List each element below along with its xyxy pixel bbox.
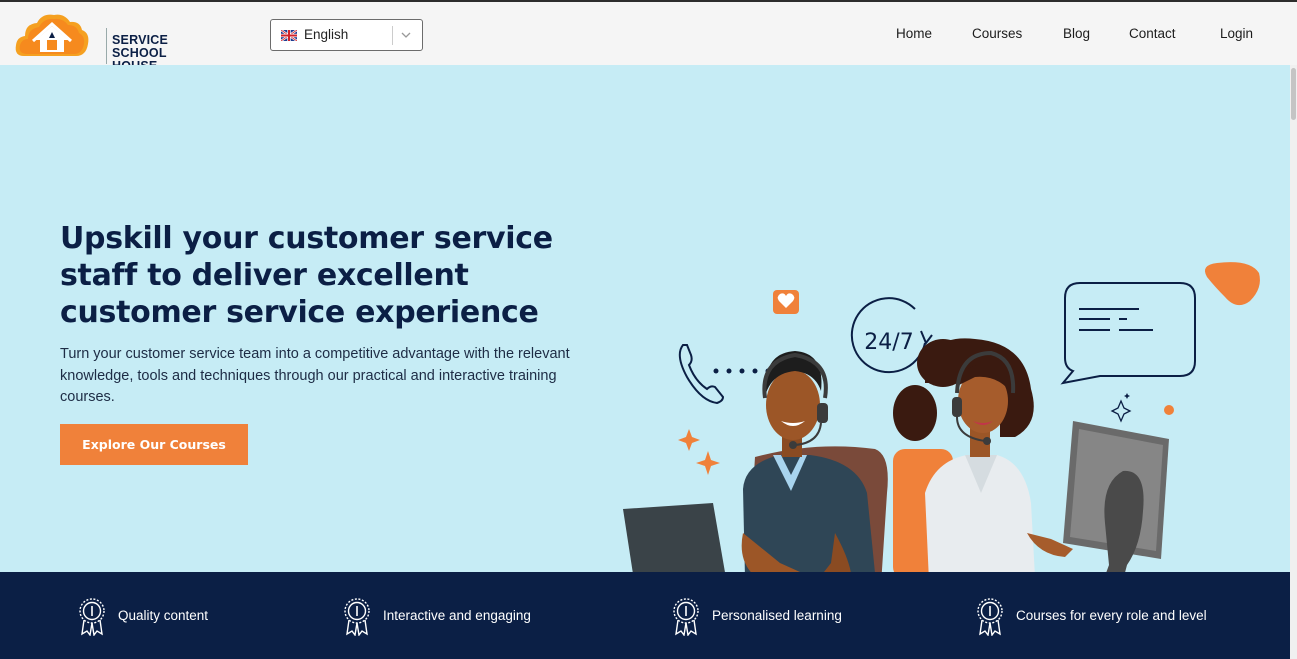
hero-headline-line-3: customer service experience	[60, 295, 539, 330]
feature-label: Personalised learning	[712, 608, 842, 623]
feature-label: Quality content	[118, 608, 209, 623]
feature-label: Courses for every role and level	[1016, 608, 1207, 623]
nav-courses[interactable]: Courses	[972, 26, 1022, 41]
phone-icon	[678, 344, 725, 405]
nav-home[interactable]: Home	[896, 26, 932, 41]
chat-bubble-icon	[1060, 282, 1196, 385]
hero-section: Upskill your customer service staff to d…	[0, 65, 1290, 572]
language-label: English	[304, 27, 349, 42]
top-navigation-bar: SERVICE SCHOOL HOUSE English Home Course…	[0, 0, 1297, 73]
language-selector[interactable]: English	[270, 19, 423, 51]
hero-headline-line-2: staff to deliver excellent	[60, 258, 469, 293]
award-ribbon-icon	[977, 598, 1003, 636]
chevron-down-icon[interactable]	[399, 28, 413, 42]
language-selector-separator	[392, 26, 393, 45]
features-bar: Quality content Interactive and engaging…	[0, 572, 1290, 659]
hero-subtitle: Turn your customer service team into a c…	[60, 346, 570, 405]
heart-icon	[773, 290, 799, 314]
logo-divider	[106, 28, 107, 64]
award-ribbon-icon	[79, 598, 105, 636]
badge-24-7-text: 24/7	[864, 330, 913, 355]
explore-courses-button[interactable]: Explore Our Courses	[60, 424, 248, 465]
customer-service-illustration: 24/7	[623, 262, 1260, 572]
nav-contact[interactable]: Contact	[1129, 26, 1176, 41]
hero-headline-line-1: Upskill your customer service	[60, 221, 553, 256]
award-ribbon-icon	[344, 598, 370, 636]
nav-blog[interactable]: Blog	[1063, 26, 1090, 41]
feature-label: Interactive and engaging	[383, 608, 531, 623]
award-ribbon-icon	[673, 598, 699, 636]
page-scrollbar-track[interactable]	[1290, 65, 1297, 659]
brand-logo[interactable]: SERVICE SCHOOL HOUSE	[14, 12, 214, 73]
uk-flag-icon	[281, 30, 297, 41]
nav-login[interactable]: Login	[1220, 26, 1253, 41]
house-cloud-logo-icon	[15, 14, 89, 56]
orange-blob-shape	[1204, 262, 1260, 306]
page-scrollbar-thumb[interactable]	[1291, 68, 1296, 120]
hero-headline: Upskill your customer service staff to d…	[60, 220, 620, 331]
